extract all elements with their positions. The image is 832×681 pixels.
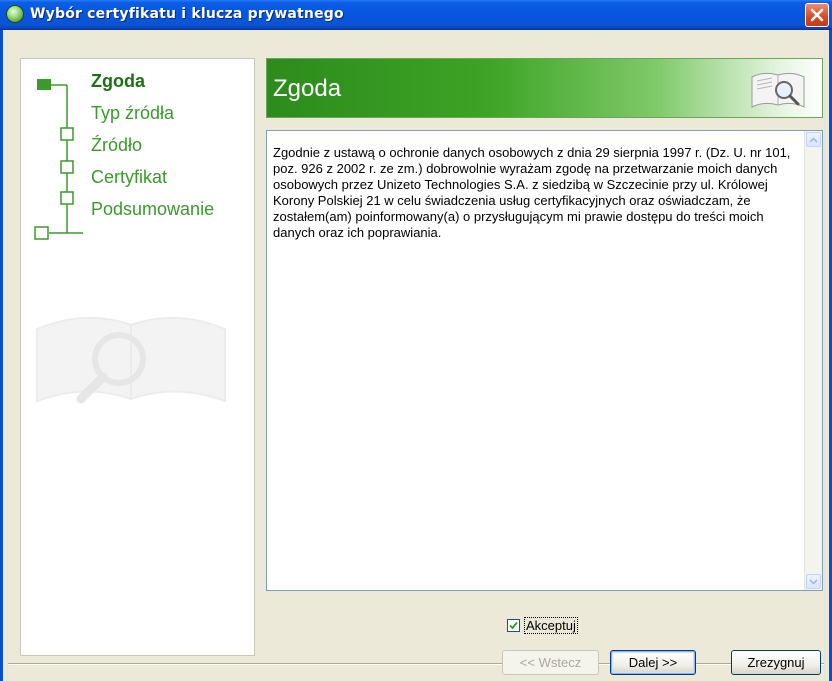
step-typ-zrodla: Typ źródła bbox=[91, 103, 175, 123]
next-button[interactable]: Dalej >> bbox=[610, 650, 696, 675]
close-icon bbox=[810, 8, 824, 22]
steps-tree-lines bbox=[34, 79, 83, 240]
title-bar: Wybór certyfikatu i klucza prywatnego bbox=[0, 0, 832, 30]
scroll-down-button[interactable] bbox=[806, 574, 821, 589]
book-watermark-icon bbox=[36, 316, 226, 404]
book-magnifier-icon bbox=[751, 72, 805, 108]
window-title: Wybór certyfikatu i klucza prywatnego bbox=[30, 6, 344, 22]
footer-separator bbox=[8, 663, 824, 665]
chevron-up-icon bbox=[809, 136, 818, 143]
step-podsumowanie: Podsumowanie bbox=[91, 199, 215, 219]
app-icon bbox=[6, 5, 24, 23]
consent-text: Zgodnie z ustawą o ochronie danych osobo… bbox=[273, 145, 791, 240]
step-zrodlo: Źródło bbox=[91, 135, 143, 155]
accept-checkbox[interactable] bbox=[507, 619, 520, 632]
cancel-button[interactable]: Zrezygnuj bbox=[731, 650, 821, 675]
accept-label[interactable]: Akceptuj bbox=[524, 617, 578, 634]
back-button[interactable]: << Wstecz bbox=[502, 650, 599, 675]
dialog-body: Zgoda Typ źródła Źródło Certyfikat Podsu… bbox=[0, 30, 832, 681]
steps-panel: Zgoda Typ źródła Źródło Certyfikat Podsu… bbox=[20, 58, 255, 656]
consent-text-area[interactable]: Zgodnie z ustawą o ochronie danych osobo… bbox=[266, 130, 823, 591]
page-title: Zgoda bbox=[273, 75, 342, 102]
step-certyfikat: Certyfikat bbox=[91, 167, 168, 187]
step-zgoda: Zgoda bbox=[91, 71, 145, 91]
vertical-scrollbar[interactable] bbox=[804, 131, 822, 590]
accept-checkbox-row[interactable]: Akceptuj bbox=[507, 617, 578, 634]
scroll-up-button[interactable] bbox=[806, 132, 821, 147]
step-header-banner: Zgoda bbox=[266, 58, 823, 118]
checkmark-icon bbox=[509, 621, 518, 630]
chevron-down-icon bbox=[809, 578, 818, 585]
close-button[interactable] bbox=[805, 3, 829, 27]
